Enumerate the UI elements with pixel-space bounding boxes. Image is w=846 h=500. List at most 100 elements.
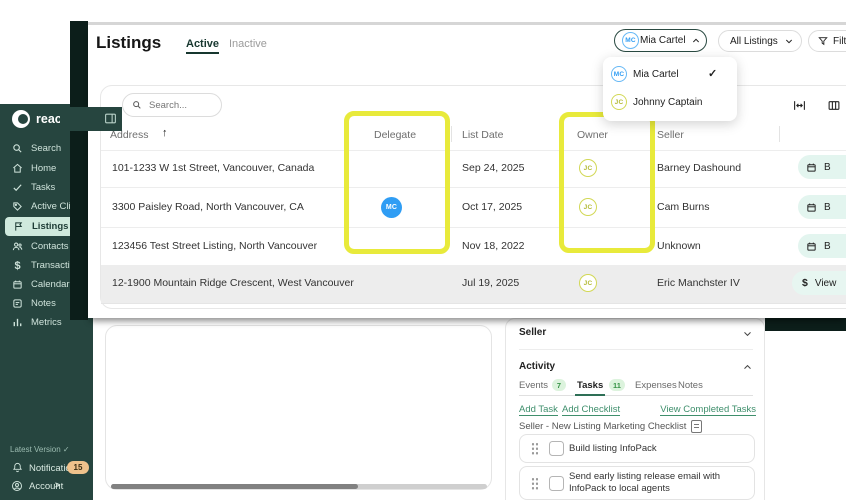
row-action-button[interactable]: B <box>798 195 846 219</box>
chevron-down-icon <box>785 37 793 45</box>
activity-section-label: Activity <box>519 361 556 372</box>
owner-column-highlight <box>559 112 655 253</box>
bell-icon <box>12 462 23 473</box>
chevron-up-icon <box>692 37 700 45</box>
search-icon <box>132 100 142 110</box>
cell-seller: Eric Manchster IV <box>657 277 740 289</box>
tag-icon <box>12 201 23 212</box>
tab-inactive[interactable]: Inactive <box>229 38 267 50</box>
checklist-icon-line <box>693 424 699 425</box>
account-item[interactable]: Account > <box>0 477 93 495</box>
note-icon <box>12 298 23 309</box>
check-icon <box>12 182 23 193</box>
account-icon <box>11 480 23 492</box>
drag-handle-icon[interactable] <box>531 442 538 455</box>
events-count: 7 <box>556 380 562 390</box>
flag-icon <box>13 221 24 232</box>
cell-list-date: Oct 17, 2025 <box>462 201 523 213</box>
check-icon: ✓ <box>708 68 718 80</box>
filter-button[interactable]: Filter <box>808 30 846 52</box>
divider <box>519 349 753 350</box>
calendar-icon <box>806 202 817 213</box>
search-input[interactable] <box>147 98 213 112</box>
sidebar-item-label: Home <box>31 163 57 174</box>
avatar: MC <box>622 32 639 49</box>
cell-address: 3300 Paisley Road, North Vancouver, CA <box>112 201 304 213</box>
tab-notes[interactable]: Notes <box>678 380 703 391</box>
search-icon <box>12 143 23 154</box>
notifications-item[interactable]: Notifications 15 <box>0 459 93 477</box>
row-action-button[interactable]: B <box>798 234 846 258</box>
delegate-column-highlight <box>344 111 450 254</box>
dropdown-item-johnny-captain[interactable]: JC Johnny Captain <box>603 89 737 115</box>
sidebar-item-label: Search <box>31 143 62 154</box>
agent-filter-name: Mia Cartel <box>640 35 686 46</box>
bar-chart-icon <box>12 317 23 328</box>
table-row[interactable]: 101-1233 W 1st Street, Vancouver, Canada… <box>101 150 846 187</box>
funnel-icon <box>818 36 828 46</box>
notifications-count: 15 <box>73 463 83 472</box>
cell-list-date: Sep 24, 2025 <box>462 162 525 174</box>
dropdown-item-name: Mia Cartel <box>633 69 679 80</box>
version-note: Latest Version ✓ <box>10 445 70 454</box>
add-checklist-link[interactable]: Add Checklist <box>562 404 621 416</box>
tab-active[interactable]: Active <box>186 38 219 50</box>
background-content-card <box>105 325 492 490</box>
screenshot-root: reach Search Home Tasks Active Clients L… <box>0 0 846 500</box>
calendar-icon <box>806 162 817 173</box>
sidebar-item-label: Metrics <box>31 317 62 328</box>
people-icon <box>12 241 23 252</box>
fit-columns-icon[interactable] <box>792 99 807 112</box>
seller-section-label: Seller <box>519 327 547 338</box>
task-checkbox[interactable] <box>549 441 564 456</box>
search-box[interactable] <box>122 93 222 117</box>
scope-filter-label: All Listings <box>730 35 778 47</box>
sidebar-item-label: Tasks <box>31 182 56 193</box>
cell-seller: Barney Dashound <box>657 162 742 174</box>
checklist-title: Seller - New Listing Marketing Checklist <box>519 421 687 432</box>
sidebar-header-strip <box>60 107 122 131</box>
tab-events[interactable]: Events <box>519 380 548 391</box>
collapse-sidebar-icon[interactable] <box>104 112 117 125</box>
table-row[interactable]: 123456 Test Street Listing, North Vancou… <box>101 227 846 265</box>
calendar-icon <box>806 241 817 252</box>
task-label: Send early listing release email with In… <box>569 471 721 495</box>
checklist-icon[interactable] <box>691 420 703 433</box>
dropdown-item-mia-cartel[interactable]: MC Mia Cartel ✓ <box>603 61 737 87</box>
chevron-right-icon: > <box>55 480 61 490</box>
columns-settings-icon[interactable] <box>827 99 841 112</box>
overlay-frame-left <box>70 21 88 320</box>
horizontal-scrollbar-thumb[interactable] <box>111 484 358 489</box>
cell-list-date: Jul 19, 2025 <box>462 277 520 289</box>
seller-section-header[interactable]: Seller <box>506 324 766 342</box>
chevron-up-icon <box>743 363 752 372</box>
scope-filter-button[interactable]: All Listings <box>718 30 802 52</box>
events-count-badge: 7 <box>552 379 566 391</box>
cell-seller: Unknown <box>657 240 701 252</box>
notifications-badge: 15 <box>67 461 89 474</box>
avatar: MC <box>611 66 627 82</box>
tabs-baseline <box>519 395 753 396</box>
tab-expenses[interactable]: Expenses <box>635 380 677 391</box>
drag-handle-icon[interactable] <box>531 477 538 490</box>
tab-tasks[interactable]: Tasks <box>577 380 603 391</box>
row-action-button[interactable]: $ View <box>792 271 846 295</box>
table-row[interactable]: 3300 Paisley Road, North Vancouver, CA M… <box>101 187 846 227</box>
task-card: Build listing InfoPack <box>519 434 755 463</box>
overlay-frame-bottom <box>765 318 846 331</box>
row-action-button[interactable]: B <box>798 155 846 179</box>
sort-ascending-icon[interactable]: ↑ <box>162 127 168 139</box>
agent-filter-button[interactable]: MC Mia Cartel <box>614 29 707 52</box>
sidebar-item-label: Calendar <box>31 279 70 290</box>
owner-avatar: JC <box>579 274 597 292</box>
view-completed-tasks-link[interactable]: View Completed Tasks <box>660 404 756 416</box>
task-checkbox[interactable] <box>549 476 564 491</box>
table-row[interactable]: 12-1900 Mountain Ridge Crescent, West Va… <box>101 265 846 303</box>
activity-section-header[interactable]: Activity <box>506 358 766 376</box>
chevron-down-icon <box>743 329 752 338</box>
tab-active-underline <box>186 52 219 54</box>
sidebar-item-label: Notes <box>31 298 56 309</box>
add-task-link[interactable]: Add Task <box>519 404 558 416</box>
row-action-label: B <box>824 201 831 213</box>
task-card: Send early listing release email with In… <box>519 466 755 500</box>
